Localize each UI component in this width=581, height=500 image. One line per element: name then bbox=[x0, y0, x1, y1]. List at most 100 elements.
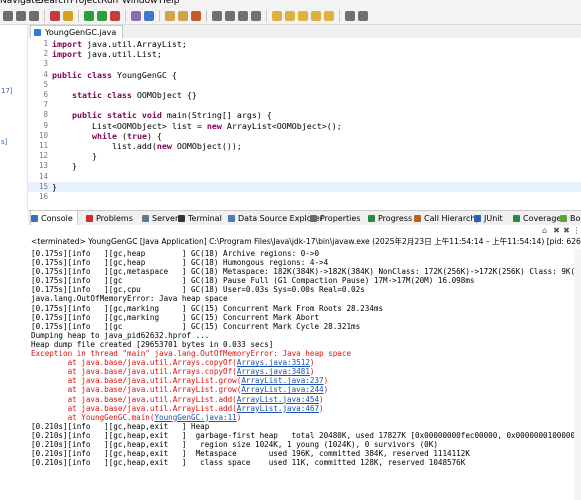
code-text: } bbox=[52, 161, 77, 171]
panel-tab-problems[interactable]: Problems bbox=[86, 211, 133, 226]
trace-text: at java.base/java.util.Arrays.copyOf( bbox=[31, 358, 237, 368]
toolbar-button-icon[interactable] bbox=[16, 10, 26, 21]
source-link[interactable]: Arrays.java:3481 bbox=[237, 367, 310, 376]
java-file-icon bbox=[34, 29, 41, 36]
console-line: [0.175s][info ][gc,heap ] GC(18) Humongo… bbox=[31, 258, 329, 268]
toolbar-button-icon[interactable] bbox=[178, 10, 188, 21]
keyword-token: new bbox=[206, 120, 222, 131]
console-line: Heap dump file created [29653701 bytes i… bbox=[31, 339, 274, 349]
toolbar-button-icon[interactable] bbox=[311, 10, 321, 21]
toolbar-button-icon[interactable] bbox=[225, 10, 235, 21]
editor-line: 12 } bbox=[28, 151, 581, 161]
source-link[interactable]: ArrayList.java:467 bbox=[237, 404, 319, 413]
panel-tab-label: Boot bbox=[570, 214, 581, 223]
pin-console-icon[interactable]: ⌂ bbox=[540, 226, 549, 235]
trace-text: ) bbox=[319, 394, 324, 404]
line-number: 15 bbox=[38, 181, 48, 191]
panel-tab-coverage[interactable]: Coverage bbox=[513, 211, 561, 226]
trace-text: at java.base/java.util.ArrayList.add( bbox=[31, 394, 237, 404]
toolbar-button-icon[interactable] bbox=[345, 10, 355, 21]
toolbar-button-icon[interactable] bbox=[272, 10, 282, 21]
line-number: 9 bbox=[43, 120, 48, 130]
menu-item-search[interactable]: Search bbox=[38, 0, 69, 6]
panel-tab-servers[interactable]: Servers bbox=[142, 211, 182, 226]
console-line: [0.210s][info ][gc,heap,exit ] garbage-f… bbox=[31, 430, 581, 440]
menu-item-run[interactable]: Run bbox=[101, 0, 118, 6]
panel-tab-console[interactable]: Console bbox=[30, 211, 78, 226]
editor-line: 9 List<OOMObject> list = new ArrayList<O… bbox=[28, 121, 581, 131]
toolbar-button-icon[interactable] bbox=[285, 10, 295, 21]
panel-tab-progress[interactable]: Progress bbox=[368, 211, 412, 226]
panel-tab-data-source-explorer[interactable]: Data Source Explorer bbox=[228, 211, 323, 226]
remove-all-icon[interactable]: ✖ bbox=[562, 226, 571, 235]
menu-item-project[interactable]: Project bbox=[70, 0, 101, 6]
toolbar-button-icon[interactable] bbox=[144, 10, 154, 21]
code-editor[interactable]: 1 import java.util.ArrayList; 2 import java… bbox=[28, 38, 581, 210]
coverage-icon bbox=[513, 215, 520, 222]
console-output[interactable]: [0.175s][info ][gc,heap ] GC(18) Archive… bbox=[31, 249, 581, 500]
code-token: List<OOMObject> list = bbox=[52, 120, 207, 131]
line-number: 2 bbox=[43, 49, 48, 59]
editor-line: 16 bbox=[28, 192, 581, 202]
editor-tab-younggengc[interactable]: YoungGenGC.java bbox=[30, 25, 124, 39]
line-number: 10 bbox=[38, 130, 48, 140]
panel-tab-call-hierarchy[interactable]: Call Hierarchy bbox=[414, 211, 480, 226]
toolbar-button-icon[interactable] bbox=[212, 10, 222, 21]
menu-item-help[interactable]: Help bbox=[159, 0, 180, 6]
panel-tab-label: Progress bbox=[378, 214, 413, 223]
source-link[interactable]: ArrayList.java:237 bbox=[241, 376, 323, 385]
source-link[interactable]: ArrayList.java:454 bbox=[237, 395, 319, 404]
toolbar-button-icon[interactable] bbox=[29, 10, 39, 21]
main-toolbar bbox=[0, 7, 581, 25]
toolbar-button-icon[interactable] bbox=[358, 10, 368, 21]
source-link[interactable]: Arrays.java:3512 bbox=[237, 358, 310, 367]
toolbar-button-icon[interactable] bbox=[97, 10, 107, 21]
source-link[interactable]: ArrayList.java:244 bbox=[241, 385, 323, 394]
view-menu-icon[interactable]: ⋮ bbox=[572, 226, 581, 235]
panel-tab-terminal[interactable]: Terminal bbox=[178, 211, 222, 226]
line-number: 1 bbox=[43, 39, 48, 48]
toolbar-button-icon[interactable] bbox=[324, 10, 334, 21]
call-hierarchy-icon bbox=[414, 215, 421, 222]
console-line: [0.175s][info ][gc,heap ] GC(18) Archive… bbox=[31, 249, 320, 258]
toolbar-button-icon[interactable] bbox=[131, 10, 141, 21]
toolbar-button-icon[interactable] bbox=[110, 10, 120, 21]
panel-tab-boot[interactable]: Boot bbox=[560, 211, 581, 226]
toolbar-button-icon[interactable] bbox=[251, 10, 261, 21]
line-number: 6 bbox=[43, 90, 48, 99]
code-token: list.add( bbox=[52, 141, 157, 151]
editor-line: 14 bbox=[28, 172, 581, 182]
toolbar-button-icon[interactable] bbox=[3, 10, 13, 21]
toolbar-button-icon[interactable] bbox=[298, 10, 308, 21]
code-text: list.add(new OOMObject()); bbox=[52, 141, 242, 151]
console-line: [0.175s][info ][gc ] GC(15) Concurrent M… bbox=[31, 321, 361, 331]
panel-tab-label: Call Hierarchy bbox=[424, 214, 481, 223]
keyword-token: public static void bbox=[71, 110, 162, 121]
keyword-token: import bbox=[52, 39, 82, 49]
toolbar-button-icon[interactable] bbox=[165, 10, 175, 21]
code-token: } bbox=[52, 161, 77, 172]
source-link[interactable]: YoungGenGC.java:11 bbox=[154, 413, 236, 422]
line-number: 5 bbox=[43, 79, 48, 89]
toolbar-button-icon[interactable] bbox=[238, 10, 248, 21]
code-text: import java.util.List; bbox=[52, 49, 162, 59]
remove-launch-icon[interactable]: ✖ bbox=[552, 226, 561, 235]
console-scrollbar[interactable] bbox=[574, 249, 581, 500]
editor-line: 2 import java.util.List; bbox=[28, 49, 581, 59]
toolbar-button-icon[interactable] bbox=[191, 10, 201, 21]
editor-line: 3 bbox=[28, 59, 581, 69]
panel-tab-properties[interactable]: Properties bbox=[310, 211, 360, 226]
menu-bar: Navigate Search Project Run Window Help bbox=[0, 0, 581, 7]
toolbar-button-icon[interactable] bbox=[84, 10, 94, 21]
line-number: 3 bbox=[43, 59, 48, 69]
toolbar-button-icon[interactable] bbox=[63, 10, 73, 21]
code-token: ( bbox=[116, 130, 127, 141]
editor-line: 11 list.add(new OOMObject()); bbox=[28, 141, 581, 151]
progress-icon bbox=[368, 215, 375, 222]
trace-text: at YoungGenGC.main( bbox=[31, 412, 155, 422]
menu-item-window[interactable]: Window bbox=[122, 0, 158, 6]
editor-tab-bar: YoungGenGC.java bbox=[28, 25, 581, 39]
menu-item-navigate[interactable]: Navigate bbox=[0, 0, 40, 6]
panel-tab-junit[interactable]: JUnit bbox=[474, 211, 503, 226]
toolbar-button-icon[interactable] bbox=[50, 10, 60, 21]
